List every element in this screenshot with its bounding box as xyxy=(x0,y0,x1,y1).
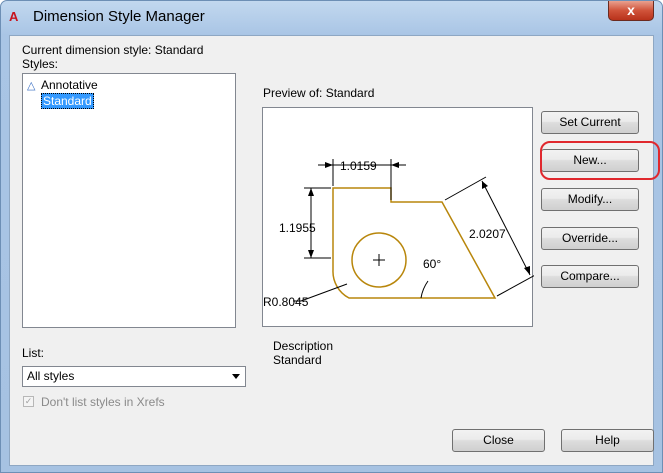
autocad-app-icon: A xyxy=(9,9,18,24)
window-title: Dimension Style Manager xyxy=(33,8,205,25)
list-dropdown[interactable]: All styles xyxy=(22,366,246,387)
override-button[interactable]: Override... xyxy=(541,227,639,250)
dim-text-left: 1.1955 xyxy=(279,221,316,235)
xrefs-checkbox[interactable]: ✓ xyxy=(23,396,34,407)
help-button[interactable]: Help xyxy=(561,429,654,452)
dimension-preview-drawing: 1.0159 1.1955 2.0207 60° R0.8045 xyxy=(263,159,534,309)
annotative-triangle-icon: △ xyxy=(27,80,36,92)
dimension-style-manager-window: A Dimension Style Manager x Current dime… xyxy=(0,0,663,473)
list-item-label: Standard xyxy=(41,93,94,109)
styles-label: Styles: xyxy=(22,57,59,71)
list-item-label: Annotative xyxy=(41,78,98,92)
styles-list[interactable]: △ Annotative Standard xyxy=(22,73,236,328)
new-button-highlight xyxy=(540,141,660,180)
dimension-arrows xyxy=(308,162,530,275)
set-current-button[interactable]: Set Current xyxy=(541,111,639,134)
dim-text-top: 1.0159 xyxy=(340,159,377,173)
dim-text-angle: 60° xyxy=(423,257,441,271)
xrefs-checkbox-label: Don't list styles in Xrefs xyxy=(41,395,165,409)
compare-button[interactable]: Compare... xyxy=(541,265,639,288)
list-item-annotative[interactable]: △ Annotative xyxy=(27,77,98,93)
title-bar[interactable]: A Dimension Style Manager x xyxy=(1,1,662,35)
dim-text-radius: R0.8045 xyxy=(263,295,309,309)
close-window-button[interactable]: x xyxy=(608,1,654,21)
preview-panel: 1.0159 1.1955 2.0207 60° R0.8045 xyxy=(262,107,534,327)
list-label: List: xyxy=(22,346,45,360)
dropdown-arrow-icon xyxy=(232,374,240,379)
close-button[interactable]: Close xyxy=(452,429,545,452)
list-item-standard[interactable]: Standard xyxy=(27,93,94,109)
dim-text-diagonal: 2.0207 xyxy=(469,227,506,241)
current-style-label: Current dimension style: Standard xyxy=(22,43,204,57)
modify-button[interactable]: Modify... xyxy=(541,188,639,211)
preview-label: Preview of: Standard xyxy=(263,86,375,100)
description-label: Description xyxy=(273,339,334,353)
part-outline xyxy=(332,187,497,299)
description-value: Standard xyxy=(273,353,322,367)
list-dropdown-value: All styles xyxy=(27,369,75,383)
